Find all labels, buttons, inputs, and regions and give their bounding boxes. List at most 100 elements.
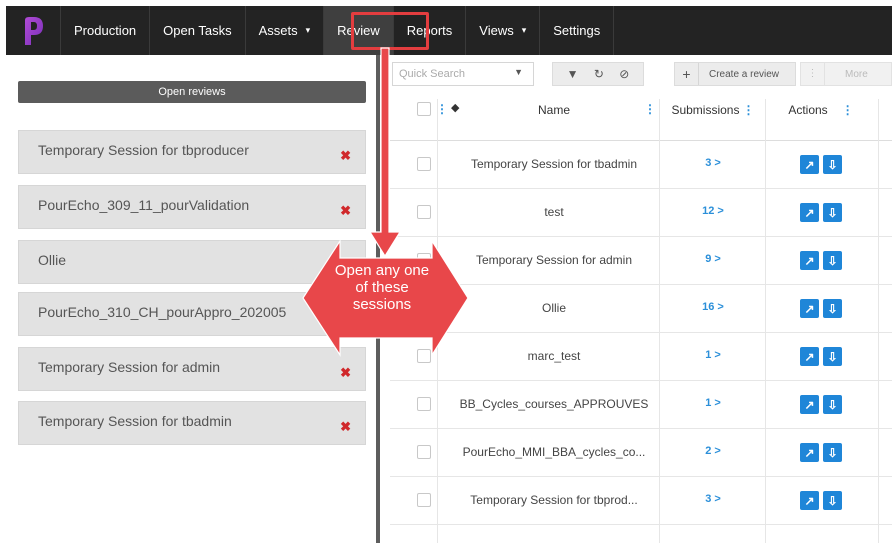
submissions-link[interactable]: 2 >	[660, 445, 766, 457]
download-icon[interactable]: ⇩	[823, 395, 842, 414]
column-menu-icon[interactable]: ⋮	[842, 103, 854, 117]
row-checkbox[interactable]	[417, 397, 431, 411]
download-icon[interactable]: ⇩	[823, 155, 842, 174]
nav-settings[interactable]: Settings	[539, 6, 615, 55]
more-dots-icon: ⋮	[801, 63, 825, 85]
open-review-icon[interactable]: ↗	[800, 491, 819, 510]
download-icon[interactable]: ⇩	[823, 491, 842, 510]
open-reviews-button[interactable]: Open reviews	[18, 81, 366, 103]
row-actions: ↗ ⇩	[776, 395, 866, 414]
submissions-link[interactable]: 16 >	[660, 301, 766, 313]
logo-icon	[25, 16, 43, 45]
refresh-icon[interactable]: ↻	[594, 67, 604, 81]
open-review-icon[interactable]: ↗	[800, 443, 819, 462]
row-actions: ↗ ⇩	[776, 251, 866, 270]
table-row[interactable]: Temporary Session for tbadmin 3 > ↗ ⇩	[390, 141, 892, 189]
column-menu-icon[interactable]: ⋮	[644, 102, 656, 116]
nav-label: Settings	[553, 23, 601, 38]
quick-search-input[interactable]: Quick Search ▼	[392, 62, 534, 86]
create-review-label: Create a review	[709, 68, 780, 80]
open-review-icon[interactable]: ↗	[800, 251, 819, 270]
table-row[interactable]: Temporary Session for tbprod... 3 > ↗ ⇩	[390, 477, 892, 525]
callout-line: Open any one	[334, 262, 430, 279]
review-name: Temporary Session for tbprod...	[470, 493, 638, 507]
row-checkbox[interactable]	[417, 349, 431, 363]
more-label: More	[845, 68, 868, 80]
download-icon[interactable]: ⇩	[823, 347, 842, 366]
nav-production[interactable]: Production	[60, 6, 149, 55]
create-review-button[interactable]: + Create a review	[674, 62, 796, 86]
remove-icon[interactable]: ✖	[340, 148, 351, 164]
submissions-link[interactable]: 1 >	[660, 349, 766, 361]
table-row[interactable]: PourEcho_MMI_BBA_cycles_co... 2 > ↗ ⇩	[390, 429, 892, 477]
filter-icon[interactable]: ▼	[567, 67, 579, 81]
nav-views[interactable]: Views ▾	[465, 6, 539, 55]
review-name: Ollie	[541, 301, 566, 315]
clear-filter-icon[interactable]: ⊘	[619, 67, 629, 81]
actions-header: Actions ⋮	[788, 103, 854, 117]
open-review-icon[interactable]: ↗	[800, 347, 819, 366]
remove-icon[interactable]: ✖	[340, 203, 351, 219]
submissions-link[interactable]: 9 >	[660, 253, 766, 265]
row-actions: ↗ ⇩	[776, 299, 866, 318]
table-row[interactable]: marc_test 1 > ↗ ⇩	[390, 333, 892, 381]
table-row[interactable]: Ollie 16 > ↗ ⇩	[390, 285, 892, 333]
remove-icon[interactable]: ✖	[340, 419, 351, 435]
row-checkbox[interactable]	[417, 205, 431, 219]
nav-assets[interactable]: Assets ▾	[244, 6, 324, 55]
row-checkbox[interactable]	[417, 157, 431, 171]
table-row[interactable]: test 12 > ↗ ⇩	[390, 189, 892, 237]
session-item[interactable]: PourEcho_309_11_pourValidation ✖	[18, 185, 366, 229]
nav-label: Production	[74, 23, 137, 38]
top-nav: Production Open Tasks Assets ▾ Review Rep…	[6, 6, 892, 55]
submissions-link[interactable]: 1 >	[660, 397, 766, 409]
session-label: Temporary Session for admin	[38, 359, 221, 375]
download-icon[interactable]: ⇩	[823, 251, 842, 270]
app-logo[interactable]	[6, 6, 60, 55]
submissions-link[interactable]: 3 >	[660, 493, 766, 505]
table-row[interactable]: BB_Cycles_courses_APPROUVES 1 > ↗ ⇩	[390, 381, 892, 429]
download-icon[interactable]: ⇩	[823, 299, 842, 318]
submissions-link[interactable]: 3 >	[660, 157, 766, 169]
name-header[interactable]: Name	[452, 103, 656, 117]
more-button[interactable]: ⋮ More	[800, 62, 892, 86]
row-actions: ↗ ⇩	[776, 443, 866, 462]
select-all-checkbox[interactable]	[417, 102, 431, 116]
open-review-icon[interactable]: ↗	[800, 155, 819, 174]
submissions-header[interactable]: Submissions ⋮	[660, 103, 766, 117]
open-review-icon[interactable]: ↗	[800, 299, 819, 318]
callout-line: sessions	[352, 296, 412, 313]
row-actions: ↗ ⇩	[776, 491, 866, 510]
session-item[interactable]: Temporary Session for admin ✖	[18, 347, 366, 391]
column-divider	[765, 99, 766, 543]
session-label: Temporary Session for tbadmin	[38, 413, 232, 429]
reviews-grid-panel: Quick Search ▼ ▼ ↻ ⊘ + Create a review ⋮…	[380, 55, 892, 543]
row-actions: ↗ ⇩	[776, 347, 866, 366]
plus-icon: +	[675, 63, 699, 85]
review-name: PourEcho_MMI_BBA_cycles_co...	[462, 445, 646, 459]
session-item[interactable]: Temporary Session for tbadmin ✖	[18, 401, 366, 445]
row-checkbox[interactable]	[417, 445, 431, 459]
row-checkbox[interactable]	[417, 493, 431, 507]
column-menu-icon[interactable]: ⋮	[743, 103, 755, 117]
column-divider	[437, 99, 438, 543]
review-name: test	[544, 205, 564, 219]
session-label: Ollie	[38, 252, 67, 268]
session-item[interactable]: Temporary Session for tbproducer ✖	[18, 130, 366, 174]
nav-open-tasks[interactable]: Open Tasks	[149, 6, 244, 55]
open-review-icon[interactable]: ↗	[800, 395, 819, 414]
download-icon[interactable]: ⇩	[823, 203, 842, 222]
caret-down-icon: ▾	[521, 25, 527, 35]
dropdown-arrow-icon[interactable]: ▼	[514, 67, 523, 77]
table-header: ⋮ ◆ Name ⋮ Submissions ⋮ Actions ⋮	[390, 99, 892, 141]
filter-controls: ▼ ↻ ⊘	[552, 62, 644, 86]
remove-icon[interactable]: ✖	[340, 365, 351, 381]
nav-label: Open Tasks	[163, 23, 232, 38]
session-label: Temporary Session for tbproducer	[38, 142, 249, 158]
review-name: marc_test	[527, 349, 581, 363]
grid-toolbar: Quick Search ▼ ▼ ↻ ⊘ + Create a review ⋮…	[380, 55, 892, 89]
download-icon[interactable]: ⇩	[823, 443, 842, 462]
open-review-icon[interactable]: ↗	[800, 203, 819, 222]
submissions-link[interactable]: 12 >	[660, 205, 766, 217]
table-row[interactable]: Temporary Session for admin 9 > ↗ ⇩	[390, 237, 892, 285]
